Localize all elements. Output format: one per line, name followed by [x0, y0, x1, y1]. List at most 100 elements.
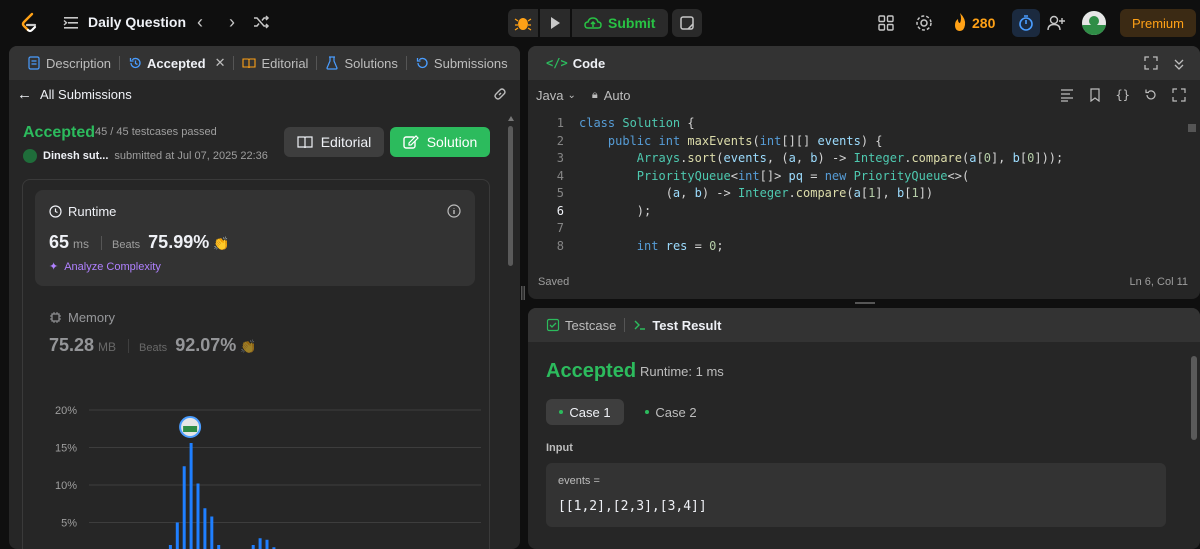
premium-button[interactable]: Premium	[1120, 9, 1196, 37]
distribution-bar[interactable]	[182, 466, 186, 549]
shuffle-icon[interactable]	[252, 13, 270, 31]
tab-editorial[interactable]: Editorial	[234, 46, 316, 80]
solution-button[interactable]: Solution	[390, 127, 490, 157]
memory-card[interactable]: Memory 75.28 MB Beats 92.07% 👏	[49, 310, 256, 356]
debug-button[interactable]	[508, 9, 538, 37]
editorial-button[interactable]: Editorial	[284, 127, 384, 157]
input-param-value: [[1,2],[2,3],[3,4]]	[558, 499, 707, 514]
code-line[interactable]: class Solution {	[579, 116, 695, 130]
auto-mode[interactable]: Auto	[604, 88, 631, 103]
distribution-bar[interactable]	[168, 545, 172, 549]
scroll-up-arrow[interactable]	[508, 116, 514, 121]
runtime-heading: Runtime	[49, 204, 116, 219]
distribution-bar[interactable]	[217, 545, 221, 549]
left-scrollbar[interactable]	[508, 126, 513, 266]
submit-label: Submit	[608, 15, 656, 31]
settings-gear-icon[interactable]	[914, 13, 934, 33]
history-icon	[129, 57, 141, 69]
line-number: 6	[556, 203, 564, 218]
info-icon[interactable]	[447, 204, 461, 218]
code-line[interactable]: PriorityQueue<int[]> pq = new PriorityQu…	[579, 169, 969, 183]
user-avatar[interactable]	[1082, 11, 1106, 35]
code-toolbar: Java ⌄ 🔒︎ Auto {}	[528, 80, 1200, 110]
document-icon	[28, 56, 40, 70]
runtime-value: 65	[49, 232, 70, 252]
submission-meta: Dinesh sut... submitted at Jul 07, 2025 …	[23, 149, 268, 163]
top-bar: Daily Question ‹ › Submit 280 Premium	[0, 0, 1200, 46]
line-number: 8	[556, 238, 564, 253]
memory-heading: Memory	[49, 310, 256, 325]
code-tab-bar: </> Code	[528, 46, 1200, 80]
tab-code[interactable]: </> Code	[538, 46, 613, 80]
timer-button[interactable]	[1012, 9, 1040, 37]
code-line[interactable]: );	[579, 204, 651, 218]
horizontal-resize-handle[interactable]	[855, 302, 875, 304]
history-icon	[416, 57, 428, 69]
run-button[interactable]	[540, 9, 570, 37]
code-line[interactable]: Arrays.sort(events, (a, b) -> Integer.co…	[579, 151, 1063, 165]
tab-submissions[interactable]: Submissions	[407, 46, 516, 80]
bug-icon	[514, 18, 532, 31]
streak-fire-icon[interactable]	[952, 12, 968, 32]
distribution-bar[interactable]	[189, 443, 193, 549]
distribution-bar[interactable]	[265, 539, 269, 549]
submission-panel: Description Accepted ✕ Editorial Solutio…	[9, 46, 520, 549]
sparkle-icon: ✦	[49, 261, 59, 273]
chevron-down-icon[interactable]: ⌄	[567, 90, 575, 101]
close-tab-icon[interactable]: ✕	[215, 55, 226, 71]
result-scrollbar[interactable]	[1191, 356, 1197, 440]
problem-list-icon[interactable]	[62, 14, 80, 32]
input-heading: Input	[546, 442, 573, 454]
vertical-resize-handle[interactable]	[521, 286, 525, 300]
prev-problem-icon[interactable]: ‹	[190, 12, 210, 32]
distribution-bar[interactable]	[175, 522, 179, 549]
tab-accepted-label: Accepted	[147, 55, 206, 71]
case-1-tab[interactable]: Case 1	[546, 399, 624, 425]
share-link-icon[interactable]	[492, 86, 508, 102]
language-select[interactable]: Java	[536, 88, 563, 103]
code-editor[interactable]: 1 class Solution {2 public int maxEvents(…	[528, 116, 1188, 258]
pass-dot	[645, 410, 650, 414]
tab-testcase[interactable]: Testcase	[538, 308, 624, 342]
all-submissions-link[interactable]: ← All Submissions	[17, 86, 132, 103]
distribution-bar[interactable]	[251, 545, 255, 549]
analyze-complexity-link[interactable]: ✦ Analyze Complexity	[49, 260, 161, 274]
runtime-card[interactable]: Runtime 65 ms Beats 75.99% 👏 ✦ Analyze C…	[35, 190, 475, 286]
checkbox-icon	[546, 318, 560, 332]
line-number: 5	[556, 186, 564, 200]
code-line[interactable]: public int maxEvents(int[][] events) {	[579, 134, 883, 148]
leetcode-logo-icon[interactable]	[18, 11, 42, 35]
add-user-icon[interactable]	[1046, 13, 1066, 33]
next-problem-icon[interactable]: ›	[222, 12, 242, 32]
maximize-icon[interactable]	[1172, 88, 1186, 102]
code-line[interactable]: int res = 0;	[579, 239, 724, 253]
distribution-bar[interactable]	[258, 538, 262, 549]
format-icon[interactable]	[1060, 88, 1074, 102]
tab-description[interactable]: Description	[19, 46, 119, 80]
notes-button[interactable]	[672, 9, 702, 37]
daily-question-title[interactable]: Daily Question	[88, 14, 186, 30]
submit-button[interactable]: Submit	[572, 9, 668, 37]
bookmark-icon[interactable]	[1088, 88, 1102, 102]
code-line[interactable]: (a, b) -> Integer.compare(a[1], b[1])	[579, 186, 933, 200]
runtime-distribution-chart[interactable]: 20% 15% 10% 5%	[23, 390, 491, 549]
pass-dot	[559, 410, 564, 414]
submitter-name[interactable]: Dinesh sut...	[43, 150, 108, 162]
tab-accepted[interactable]: Accepted ✕	[120, 46, 233, 80]
code-scrollbar[interactable]	[1188, 124, 1196, 132]
distribution-bar[interactable]	[210, 516, 214, 549]
expand-icon[interactable]	[1144, 56, 1158, 70]
distribution-bar[interactable]	[196, 483, 200, 549]
tab-test-result-label: Test Result	[652, 317, 722, 333]
line-number: 7	[556, 221, 564, 235]
tab-test-result[interactable]: Test Result	[625, 308, 729, 342]
tab-solutions[interactable]: Solutions	[317, 46, 405, 80]
distribution-bar[interactable]	[203, 508, 207, 549]
note-icon	[680, 16, 694, 30]
minimize-icon[interactable]	[1172, 56, 1186, 70]
braces-icon[interactable]: {}	[1116, 88, 1130, 102]
reset-icon[interactable]	[1144, 88, 1158, 102]
layout-grid-icon[interactable]	[877, 14, 895, 32]
streak-count[interactable]: 280	[972, 15, 995, 31]
case-2-tab[interactable]: Case 2	[636, 399, 706, 425]
